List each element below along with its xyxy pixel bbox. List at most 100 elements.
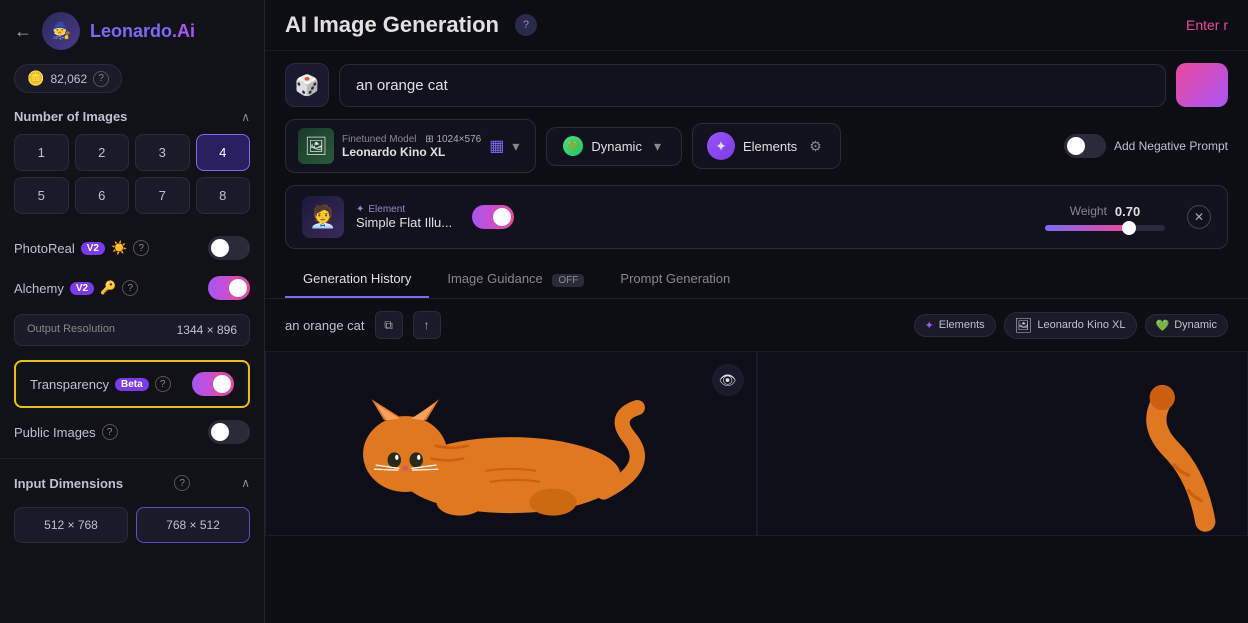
transparency-help[interactable]: ? [155, 376, 171, 392]
top-bar: AI Image Generation ? Enter r [265, 0, 1248, 51]
alchemy-badge: V2 [70, 282, 94, 295]
number-of-images-header: Number of Images ∧ [0, 109, 264, 134]
neg-prompt-toggle[interactable] [1064, 134, 1106, 158]
gallery-image-2[interactable] [757, 351, 1248, 536]
sidebar: ← 🧙 Leonardo.Ai 🪙 82,062 ? Number of Ima… [0, 0, 265, 623]
number-grid: 1 2 3 4 5 6 7 8 [0, 134, 264, 228]
credits-help[interactable]: ? [93, 71, 109, 87]
alchemy-help[interactable]: ? [122, 280, 138, 296]
gallery-image-1[interactable]: 👁 [265, 351, 757, 536]
elements-avatar: ✦ [707, 132, 735, 160]
num-btn-2[interactable]: 2 [75, 134, 130, 171]
num-btn-7[interactable]: 7 [135, 177, 190, 214]
page-help-button[interactable]: ? [515, 14, 537, 36]
visibility-icon-1: 👁 [719, 372, 737, 389]
tab-image-guidance[interactable]: Image Guidance OFF [429, 261, 602, 298]
style-name: Dynamic [591, 139, 642, 154]
style-tag-icon: 💚 [1156, 319, 1170, 332]
input-dimensions-section: Input Dimensions ? ∧ 512 × 768 768 × 512 [0, 465, 264, 559]
element-tag: ✦ Element [356, 204, 452, 215]
divider [0, 458, 264, 459]
neg-prompt-row: Add Negative Prompt [1064, 134, 1228, 158]
resolution-value: 1344 × 896 [177, 323, 237, 337]
public-images-help[interactable]: ? [102, 424, 118, 440]
model-name: Leonardo Kino XL [342, 145, 481, 159]
model-dropdown-button[interactable]: ▾ [508, 136, 523, 157]
element-close-button[interactable]: ✕ [1187, 205, 1211, 229]
gallery-tag-style[interactable]: 💚 Dynamic [1145, 314, 1229, 337]
credits-badge[interactable]: 🪙 82,062 ? [14, 64, 122, 93]
dimensions-grid: 512 × 768 768 × 512 [0, 501, 264, 549]
tab-prompt-generation[interactable]: Prompt Generation [602, 261, 748, 298]
photoreal-toggle[interactable] [208, 236, 250, 260]
gallery-images: 👁 [265, 351, 1248, 536]
transparency-row: Transparency Beta ? [14, 360, 250, 408]
gallery-prompt-text: an orange cat [285, 318, 365, 333]
model-info: Finetuned Model ⊞ 1024×576 Leonardo Kino… [342, 134, 481, 159]
elements-card[interactable]: ✦ Elements ⚙ [692, 123, 841, 169]
transparency-label: Transparency [30, 377, 109, 392]
resolution-button[interactable]: Output Resolution 1344 × 896 [14, 314, 250, 346]
elements-label: Elements [743, 139, 797, 154]
dim-btn-768x512[interactable]: 768 × 512 [136, 507, 250, 543]
cat-illustration-1 [266, 352, 756, 535]
style-dropdown-button[interactable]: ▾ [650, 136, 665, 157]
num-btn-3[interactable]: 3 [135, 134, 190, 171]
model-row: 🖼 Finetuned Model ⊞ 1024×576 Leonardo Ki… [265, 119, 1248, 185]
alchemy-toggle[interactable] [208, 276, 250, 300]
tabs-row: Generation History Image Guidance OFF Pr… [265, 261, 1248, 299]
photoreal-help[interactable]: ? [133, 240, 149, 256]
prompt-input[interactable] [339, 64, 1166, 107]
model-tag-icon: 🖼 [1015, 317, 1033, 334]
model-thumbnail: 🖼 [298, 128, 334, 164]
number-of-images-chevron: ∧ [241, 110, 250, 124]
input-dimensions-help[interactable]: ? [174, 475, 190, 491]
input-dimensions-chevron: ∧ [241, 476, 250, 490]
num-btn-5[interactable]: 5 [14, 177, 69, 214]
transparency-toggle[interactable] [192, 372, 234, 396]
model-card[interactable]: 🖼 Finetuned Model ⊞ 1024×576 Leonardo Ki… [285, 119, 536, 173]
element-name: Simple Flat Illu... [356, 215, 452, 230]
copy-prompt-button[interactable]: ⧉ [375, 311, 403, 339]
style-tag-label: Dynamic [1174, 319, 1217, 331]
tab-generation-history[interactable]: Generation History [285, 261, 429, 298]
gallery-tags: ✦ Elements 🖼 Leonardo Kino XL 💚 Dynamic [914, 312, 1228, 339]
upload-button[interactable]: ↑ [413, 311, 441, 339]
logo-text: Leonardo.Ai [90, 21, 195, 42]
element-card: 🧑‍💼 ✦ Element Simple Flat Illu... Weight… [285, 185, 1228, 249]
logo-icon: 🧙 [42, 12, 80, 50]
public-images-toggle[interactable] [208, 420, 250, 444]
prompt-area: 🎲 [265, 51, 1248, 119]
weight-label: Weight [1070, 204, 1107, 218]
num-btn-8[interactable]: 8 [196, 177, 251, 214]
dim-btn-512x768[interactable]: 512 × 768 [14, 507, 128, 543]
alchemy-label: Alchemy [14, 281, 64, 296]
credits-icon: 🪙 [27, 70, 44, 87]
weight-value: 0.70 [1115, 204, 1140, 219]
element-toggle[interactable] [472, 205, 514, 229]
photoreal-label: PhotoReal [14, 241, 75, 256]
photoreal-icon: ☀️ [111, 240, 127, 256]
dice-button[interactable]: 🎲 [285, 63, 329, 107]
gallery-tag-model[interactable]: 🖼 Leonardo Kino XL [1004, 312, 1137, 339]
back-button[interactable]: ← [14, 21, 32, 42]
credits-value: 82,062 [50, 72, 87, 86]
transparency-badge: Beta [115, 378, 149, 391]
main-content: AI Image Generation ? Enter r 🎲 🖼 Finetu… [265, 0, 1248, 623]
public-images-row: Public Images ? [0, 412, 264, 452]
gallery-tag-elements[interactable]: ✦ Elements [914, 314, 996, 337]
visibility-button-1[interactable]: 👁 [712, 364, 744, 396]
model-tag: Finetuned Model ⊞ 1024×576 [342, 134, 481, 145]
generate-button[interactable] [1176, 63, 1228, 107]
num-btn-1[interactable]: 1 [14, 134, 69, 171]
public-images-label: Public Images [14, 425, 96, 440]
alchemy-icon: 🔑 [100, 280, 116, 296]
style-card[interactable]: 💚 Dynamic ▾ [546, 127, 682, 166]
photoreal-row: PhotoReal V2 ☀️ ? [0, 228, 264, 268]
element-thumbnail: 🧑‍💼 [302, 196, 344, 238]
elements-settings-button[interactable]: ⚙ [805, 136, 826, 157]
num-btn-4[interactable]: 4 [196, 134, 251, 171]
num-btn-6[interactable]: 6 [75, 177, 130, 214]
weight-slider[interactable] [1045, 225, 1165, 231]
enter-button[interactable]: Enter r [1186, 17, 1228, 33]
